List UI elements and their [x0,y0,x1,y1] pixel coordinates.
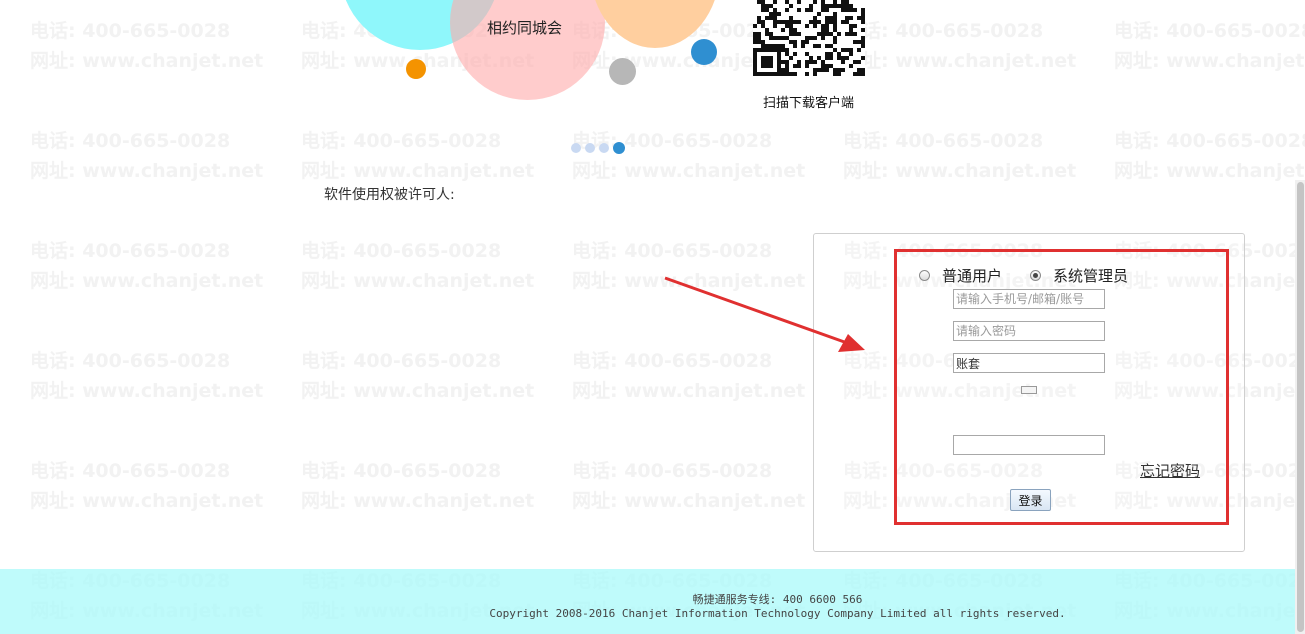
licensee-label: 软件使用权被许可人: [324,187,455,203]
banner-title[interactable]: 相约同城会 [487,17,562,38]
watermark-phone: 电话: 400-665-0028 [30,350,231,372]
watermark-phone: 电话: 400-665-0028 [1114,20,1305,42]
watermark-site: 网址: www.chanjet.net [1114,50,1305,72]
watermark-site: 网址: www.chanjet.net [30,380,264,402]
watermark-site: 网址: www.chanjet.net [30,160,264,182]
account-set-input[interactable] [953,353,1105,373]
password-input[interactable] [953,321,1105,341]
decorative-bubble [450,0,605,100]
footer-hotline: 畅捷通服务专线: 400 6600 566 [692,593,863,606]
watermark-phone: 电话: 400-665-0028 [30,460,231,482]
footer-copyright: Copyright 2008-2016 Chanjet Information … [489,607,1066,620]
radio-button[interactable] [1030,270,1041,281]
watermark-site: 网址: www.chanjet.net [1114,160,1305,182]
scrollbar-thumb[interactable] [1297,182,1304,632]
captcha-image[interactable] [1021,386,1037,394]
watermark-site: 网址: www.chanjet.net [301,160,535,182]
watermark-site: 网址: www.chanjet.net [572,380,806,402]
decorative-dot [406,59,426,79]
watermark-site: 网址: www.chanjet.net [301,380,535,402]
account-input[interactable] [953,289,1105,309]
radio-button[interactable] [919,270,930,281]
watermark-phone: 电话: 400-665-0028 [843,20,1044,42]
qr-caption: 扫描下载客户端 [763,96,855,111]
watermark-phone: 电话: 400-665-0028 [301,350,502,372]
carousel-dots [571,142,625,154]
carousel-dot[interactable] [585,143,595,153]
watermark-phone: 电话: 400-665-0028 [301,240,502,262]
watermark-phone: 电话: 400-665-0028 [572,240,773,262]
watermark-phone: 电话: 400-665-0028 [301,460,502,482]
carousel-dot[interactable] [599,143,609,153]
role-label-normal-user: 普通用户 [942,267,1003,285]
watermark-site: 网址: www.chanjet.net [843,160,1077,182]
watermark-phone: 电话: 400-665-0028 [30,20,231,42]
watermark-phone: 电话: 400-665-0028 [843,130,1044,152]
decorative-dot [691,39,717,65]
watermark-phone: 电话: 400-665-0028 [1114,130,1305,152]
watermark-site: 网址: www.chanjet.net [30,270,264,292]
watermark-phone: 电话: 400-665-0028 [30,130,231,152]
role-label-admin: 系统管理员 [1053,267,1129,285]
login-button[interactable]: 登录 [1010,489,1051,511]
decorative-dot [609,58,636,85]
watermark-site: 网址: www.chanjet.net [301,490,535,512]
carousel-dot[interactable] [613,142,625,154]
watermark-site: 网址: www.chanjet.net [30,490,264,512]
watermark-site: 网址: www.chanjet.net [572,490,806,512]
annotation-arrow [664,276,865,352]
role-radio-admin[interactable]: 系统管理员 [1030,265,1128,286]
watermark-phone: 电话: 400-665-0028 [30,240,231,262]
qr-code-image [753,0,865,76]
watermark-site: 网址: www.chanjet.net [30,50,264,72]
forgot-password-link[interactable]: 忘记密码 [1140,460,1200,481]
carousel-dot[interactable] [571,143,581,153]
watermark-phone: 电话: 400-665-0028 [572,460,773,482]
watermark-phone: 电话: 400-665-0028 [301,130,502,152]
watermark-site: 网址: www.chanjet.net [572,160,806,182]
watermark-site: 网址: www.chanjet.net [301,270,535,292]
captcha-input[interactable] [953,435,1105,455]
watermark-site: 网址: www.chanjet.net [843,50,1077,72]
role-radio-normal-user[interactable]: 普通用户 [919,265,1002,286]
